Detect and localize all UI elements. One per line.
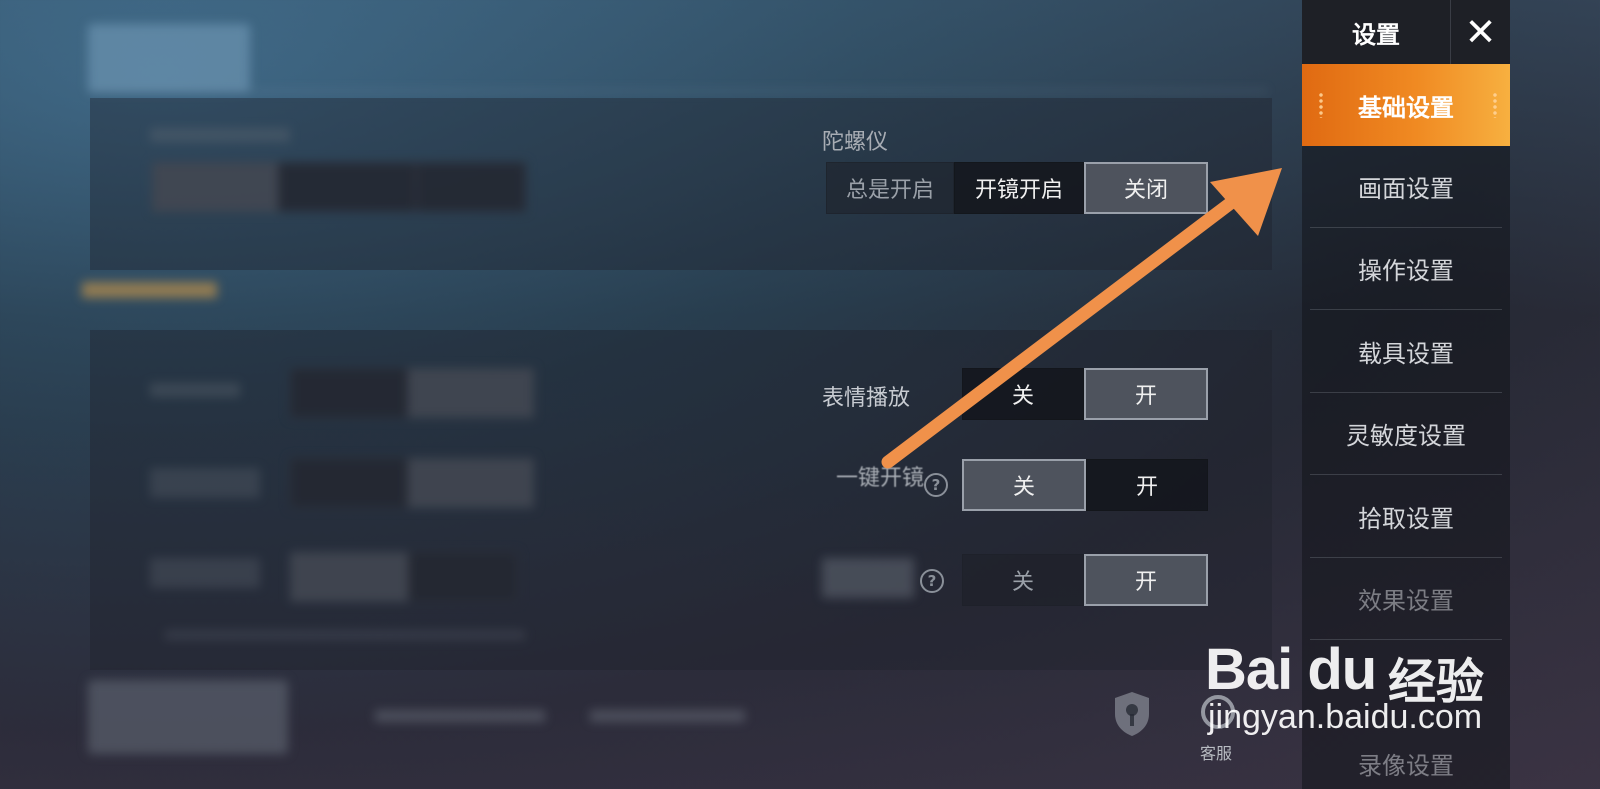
watermark-logo: Bai du xyxy=(1205,637,1377,702)
watermark-url: jingyan.baidu.com xyxy=(1208,698,1483,736)
